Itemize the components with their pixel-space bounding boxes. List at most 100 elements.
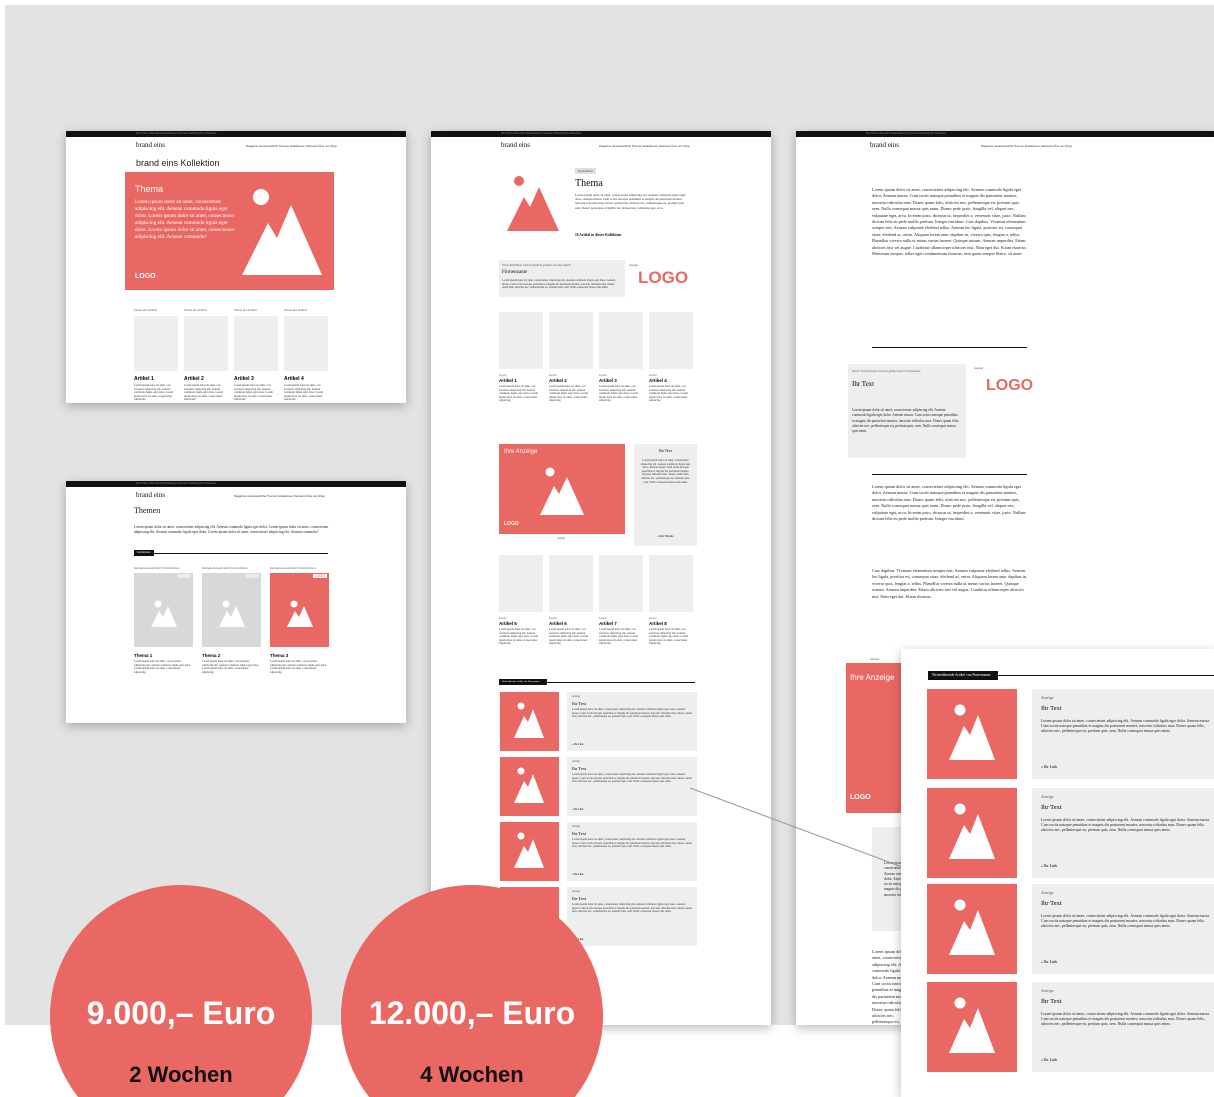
zoom-item[interactable]: Anzeige Ihr Text Lorem ipsum dolor sit a… bbox=[927, 788, 1214, 878]
zoom-item-image bbox=[927, 982, 1017, 1072]
topbar: Abo Online-Übersicht Weiterbildung Corpo… bbox=[66, 481, 406, 487]
article-card[interactable]: Lorem Artikel 5 Lorem ipsum dolor sit am… bbox=[499, 555, 543, 661]
main-nav[interactable]: Magazine Verantwortliche Themen Kollekti… bbox=[246, 144, 337, 148]
zoom-item-text: Lorem ipsum dolor sit amet, consectetuer… bbox=[1041, 1012, 1210, 1026]
article-teaser: Lorem ipsum dolor sit amet, con sectetue… bbox=[599, 628, 638, 646]
sponsored-item[interactable]: Anzeige Ihr Text Lorem ipsum dolor sit a… bbox=[500, 757, 697, 816]
article-card[interactable]: Thema des Artikels Artikel 2 Lorem ipsum… bbox=[184, 308, 228, 400]
theme-card[interactable]: Kontakt-Auswahl durch Unternehmen LOGO T… bbox=[270, 566, 329, 682]
article-card[interactable]: Thema des Artikels Artikel 1 Lorem ipsum… bbox=[134, 308, 178, 400]
article-body-3: Cras dapibus. Vivamus elementum semper n… bbox=[872, 568, 1028, 599]
article-card[interactable]: Lorem Artikel 2 Lorem ipsum dolor sit am… bbox=[549, 312, 593, 418]
card-kicker: Kontakt-Auswahl durch Unternehmen bbox=[270, 566, 316, 570]
article-image-placeholder bbox=[599, 555, 643, 612]
item-anzeige: Anzeige bbox=[572, 760, 581, 763]
item-link[interactable]: » Ihr Link bbox=[572, 743, 583, 746]
article-image-placeholder bbox=[549, 312, 593, 369]
card-logo: LOGO bbox=[176, 574, 191, 578]
article-kicker: Lorem bbox=[599, 616, 607, 620]
article-kicker: Thema des Artikels bbox=[184, 308, 207, 312]
price-duration: 4 Wochen bbox=[420, 1062, 524, 1087]
article-card[interactable]: Thema des Artikels Artikel 4 Lorem ipsum… bbox=[284, 308, 328, 400]
main-nav[interactable]: Magazine Verantwortliche Themen Kollekti… bbox=[599, 144, 690, 148]
zoom-item-link[interactable]: » Ihr Link bbox=[1041, 764, 1057, 769]
item-body: Anzeige Ihr Text Lorem ipsum dolor sit a… bbox=[567, 822, 697, 881]
zoom-item-image bbox=[927, 788, 1017, 878]
brand-logo[interactable]: brand eins bbox=[870, 141, 899, 149]
article-title: Artikel 5 bbox=[499, 621, 517, 626]
article-card[interactable]: Lorem Artikel 8 Lorem ipsum dolor sit am… bbox=[649, 555, 693, 661]
item-anzeige: Anzeige bbox=[572, 890, 581, 893]
card-title: Thema 3 bbox=[270, 653, 289, 658]
zoom-item-link[interactable]: » Ihr Link bbox=[1041, 863, 1057, 868]
item-link[interactable]: » Ihr Link bbox=[572, 873, 583, 876]
section-rule bbox=[154, 553, 328, 554]
sponsored-item[interactable]: Anzeige Ihr Text Lorem ipsum dolor sit a… bbox=[500, 822, 697, 881]
card-teaser: Lorem ipsum dolor sit amet, con sectetue… bbox=[270, 660, 328, 674]
article-card[interactable]: Lorem Artikel 6 Lorem ipsum dolor sit am… bbox=[549, 555, 593, 661]
hero-teaser[interactable]: Thema Lorem ipsum dolor sit amet, consec… bbox=[125, 172, 334, 290]
article-card[interactable]: Lorem Artikel 7 Lorem ipsum dolor sit am… bbox=[599, 555, 643, 661]
item-image bbox=[500, 822, 559, 881]
image-placeholder-icon bbox=[949, 997, 995, 1053]
sponsor-kicker: Diese Kollektion wird ermöglicht gestütz… bbox=[502, 263, 571, 267]
article-card[interactable]: Thema des Artikels Artikel 3 Lorem ipsum… bbox=[234, 308, 278, 400]
ad-banner[interactable]: Ihre Anzeige LOGO bbox=[499, 444, 625, 534]
side-link[interactable]: » Ihre Website bbox=[634, 535, 697, 538]
article-card[interactable]: Lorem Artikel 4 Lorem ipsum dolor sit am… bbox=[649, 312, 693, 418]
article-title: Artikel 2 bbox=[184, 376, 204, 382]
article-kicker: Lorem bbox=[649, 616, 657, 620]
zoom-item-body: Anzeige Ihr Text Lorem ipsum dolor sit a… bbox=[1032, 982, 1214, 1072]
brand-logo[interactable]: brand eins bbox=[136, 491, 165, 499]
zoom-item-body: Anzeige Ihr Text Lorem ipsum dolor sit a… bbox=[1032, 788, 1214, 878]
article-title: Artikel 3 bbox=[234, 376, 254, 382]
image-placeholder-icon bbox=[242, 185, 322, 275]
zoom-item-link[interactable]: » Ihr Link bbox=[1041, 1057, 1057, 1062]
zoom-item-anzeige: Anzeige bbox=[1041, 794, 1054, 799]
sponsor-logo[interactable]: LOGO bbox=[638, 268, 688, 288]
ad-anzeige: Anzeige bbox=[870, 657, 880, 661]
sponsor-logo[interactable]: LOGO bbox=[986, 377, 1033, 395]
zoom-item-link[interactable]: » Ihr Link bbox=[1041, 959, 1057, 964]
article-count: 16 Artikel in dieser Kollektion bbox=[575, 233, 622, 237]
image-placeholder-icon bbox=[219, 599, 245, 627]
article-teaser: Lorem ipsum dolor sit amet, con sectetue… bbox=[549, 628, 588, 646]
zoom-item[interactable]: Anzeige Ihr Text Lorem ipsum dolor sit a… bbox=[927, 884, 1214, 974]
card-image: LOGO bbox=[202, 573, 261, 647]
zoom-item-text: Lorem ipsum dolor sit amet, consectetuer… bbox=[1041, 914, 1210, 928]
zoom-item-body: Anzeige Ihr Text Lorem ipsum dolor sit a… bbox=[1032, 689, 1214, 779]
article-teaser: Lorem ipsum dolor sit amet, con sectetue… bbox=[649, 628, 688, 646]
ad-logo: LOGO bbox=[504, 521, 519, 527]
brand-logo[interactable]: brand eins bbox=[501, 141, 530, 149]
image-placeholder-icon bbox=[514, 832, 544, 868]
side-text-box: Ihr Text Lorem ipsum dolor sit amet, con… bbox=[634, 444, 697, 546]
kollektion-badge: Kollektion bbox=[575, 168, 596, 174]
article-kicker: Lorem bbox=[549, 373, 557, 377]
topbar: Abo Online-Übersicht Weiterbildung Corpo… bbox=[796, 131, 1214, 137]
card-kicker: Kontakt-Auswahl durch Unternehmen bbox=[202, 566, 248, 570]
item-body: Anzeige Ihr Text Lorem ipsum dolor sit a… bbox=[567, 757, 697, 816]
main-nav[interactable]: Magazine Verantwortliche Themen Kollekti… bbox=[981, 144, 1072, 148]
item-link[interactable]: » Ihr Link bbox=[572, 808, 583, 811]
zoom-item[interactable]: Anzeige Ihr Text Lorem ipsum dolor sit a… bbox=[927, 982, 1214, 1072]
zoom-item-anzeige: Anzeige bbox=[1041, 695, 1054, 700]
theme-card[interactable]: Kontakt-Auswahl durch Unternehmen LOGO T… bbox=[134, 566, 193, 682]
article-kicker: Lorem bbox=[599, 373, 607, 377]
box-kicker: Dieser Text fokussiert wird an gebaut du… bbox=[852, 369, 921, 373]
page-title: Themen bbox=[134, 506, 161, 515]
section-tag: Kollektionen bbox=[134, 550, 154, 556]
topbar-links: Abo Online-Übersicht Weiterbildung Corpo… bbox=[866, 132, 947, 135]
main-nav[interactable]: Magazine Verantwortliche Themen Kollekti… bbox=[234, 494, 325, 498]
theme-card[interactable]: Kontakt-Auswahl durch Unternehmen LOGO T… bbox=[202, 566, 261, 682]
article-teaser: Lorem ipsum dolor sit amet, con sectetue… bbox=[499, 628, 538, 646]
sponsored-item[interactable]: Anzeige Ihr Text Lorem ipsum dolor sit a… bbox=[500, 692, 697, 751]
brand-logo[interactable]: brand eins bbox=[136, 141, 165, 149]
zoom-item-body: Anzeige Ihr Text Lorem ipsum dolor sit a… bbox=[1032, 884, 1214, 974]
article-title: Artikel 7 bbox=[599, 621, 617, 626]
article-image-placeholder bbox=[599, 312, 643, 369]
zoom-item[interactable]: Anzeige Ihr Text Lorem ipsum dolor sit a… bbox=[927, 689, 1214, 779]
zoom-item-text: Lorem ipsum dolor sit amet, consectetuer… bbox=[1041, 818, 1210, 832]
article-card[interactable]: Lorem Artikel 3 Lorem ipsum dolor sit am… bbox=[599, 312, 643, 418]
image-placeholder-icon bbox=[287, 599, 313, 627]
article-card[interactable]: Lorem Artikel 1 Lorem ipsum dolor sit am… bbox=[499, 312, 543, 418]
